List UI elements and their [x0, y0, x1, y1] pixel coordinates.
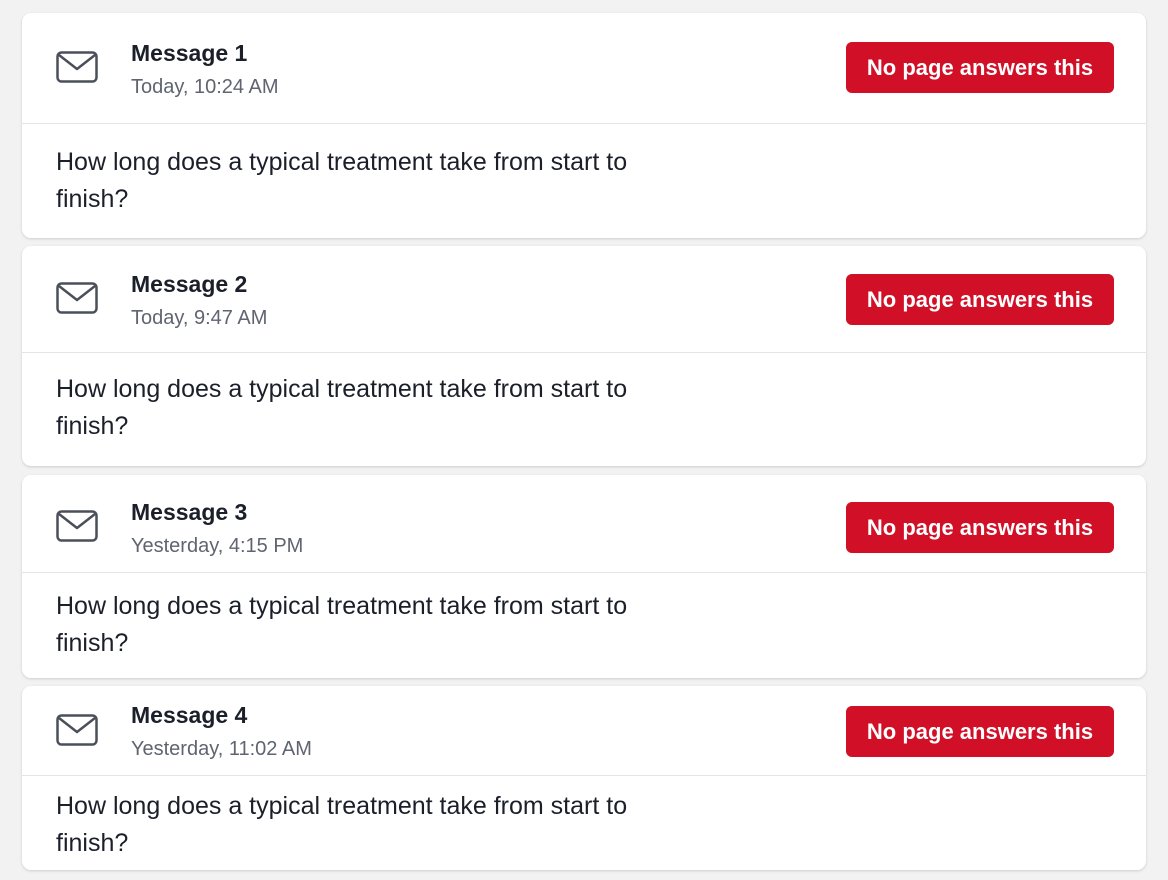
mail-icon: [56, 714, 98, 746]
message-card-header: Message 2 Today, 9:47 AM No page answers…: [22, 246, 1146, 353]
message-card-header: Message 3 Yesterday, 4:15 PM No page ans…: [22, 475, 1146, 573]
no-page-answers-badge[interactable]: No page answers this: [846, 502, 1114, 553]
message-question: How long does a typical treatment take f…: [56, 792, 628, 857]
message-timestamp: Today, 9:47 AM: [131, 307, 268, 329]
message-card[interactable]: Message 1 Today, 10:24 AM No page answer…: [22, 13, 1146, 238]
message-card[interactable]: Message 2 Today, 9:47 AM No page answers…: [22, 246, 1146, 466]
message-card[interactable]: Message 4 Yesterday, 11:02 AM No page an…: [22, 686, 1146, 870]
message-timestamp: Yesterday, 4:15 PM: [131, 535, 304, 557]
message-card-header: Message 4 Yesterday, 11:02 AM No page an…: [22, 686, 1146, 776]
mail-icon: [56, 510, 98, 542]
no-page-answers-badge[interactable]: No page answers this: [846, 42, 1114, 93]
no-page-answers-badge[interactable]: No page answers this: [846, 274, 1114, 325]
message-question: How long does a typical treatment take f…: [56, 592, 628, 657]
message-card-body: How long does a typical treatment take f…: [22, 353, 1146, 466]
message-card-body: How long does a typical treatment take f…: [22, 573, 1146, 678]
message-card-body: How long does a typical treatment take f…: [22, 776, 1146, 870]
message-card-body: How long does a typical treatment take f…: [22, 124, 1146, 237]
message-title: Message 2: [131, 271, 248, 297]
message-timestamp: Today, 10:24 AM: [131, 76, 279, 98]
message-title: Message 4: [131, 702, 248, 728]
message-timestamp: Yesterday, 11:02 AM: [131, 738, 312, 760]
mail-icon: [56, 51, 98, 83]
message-title: Message 3: [131, 499, 248, 525]
no-page-answers-badge[interactable]: No page answers this: [846, 706, 1114, 757]
message-list: Message 1 Today, 10:24 AM No page answer…: [0, 0, 1168, 880]
message-card[interactable]: Message 3 Yesterday, 4:15 PM No page ans…: [22, 475, 1146, 678]
mail-icon: [56, 282, 98, 314]
message-card-header: Message 1 Today, 10:24 AM No page answer…: [22, 13, 1146, 124]
message-title: Message 1: [131, 40, 248, 66]
message-question: How long does a typical treatment take f…: [56, 375, 628, 440]
message-question: How long does a typical treatment take f…: [56, 148, 628, 213]
